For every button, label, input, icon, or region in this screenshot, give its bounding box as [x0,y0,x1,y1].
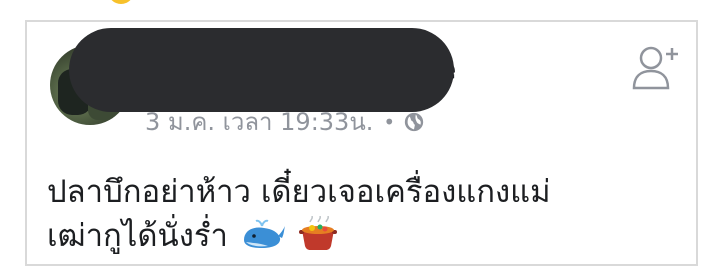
post-meta: 3 ม.ค. เวลา 19:33น. • [145,102,425,141]
post-text-line: ปลาบึกอย่าห้าว เดี๋ยวเจอเครื่องแกงแม่ [47,174,551,210]
stew-pot-emoji [298,216,337,250]
whale-emoji [243,219,285,248]
post-card: ee 3 ม.ค. เวลา 19:33น. • ปลาบึกอย่าห้าว … [25,20,698,266]
redaction-overlay [69,28,454,112]
post-text-line-2: เฒ่ากูได้นั่งร่ำ [47,214,687,258]
globe-icon[interactable] [403,111,425,133]
post-timestamp[interactable]: 3 ม.ค. เวลา 19:33น. [145,102,373,141]
emoji-peek [108,0,134,4]
add-friend-icon[interactable] [631,44,681,90]
post-text: ปลาบึกอย่าห้าว เดี๋ยวเจอเครื่องแกงแม่ เฒ… [47,170,687,258]
meta-separator: • [383,109,396,134]
